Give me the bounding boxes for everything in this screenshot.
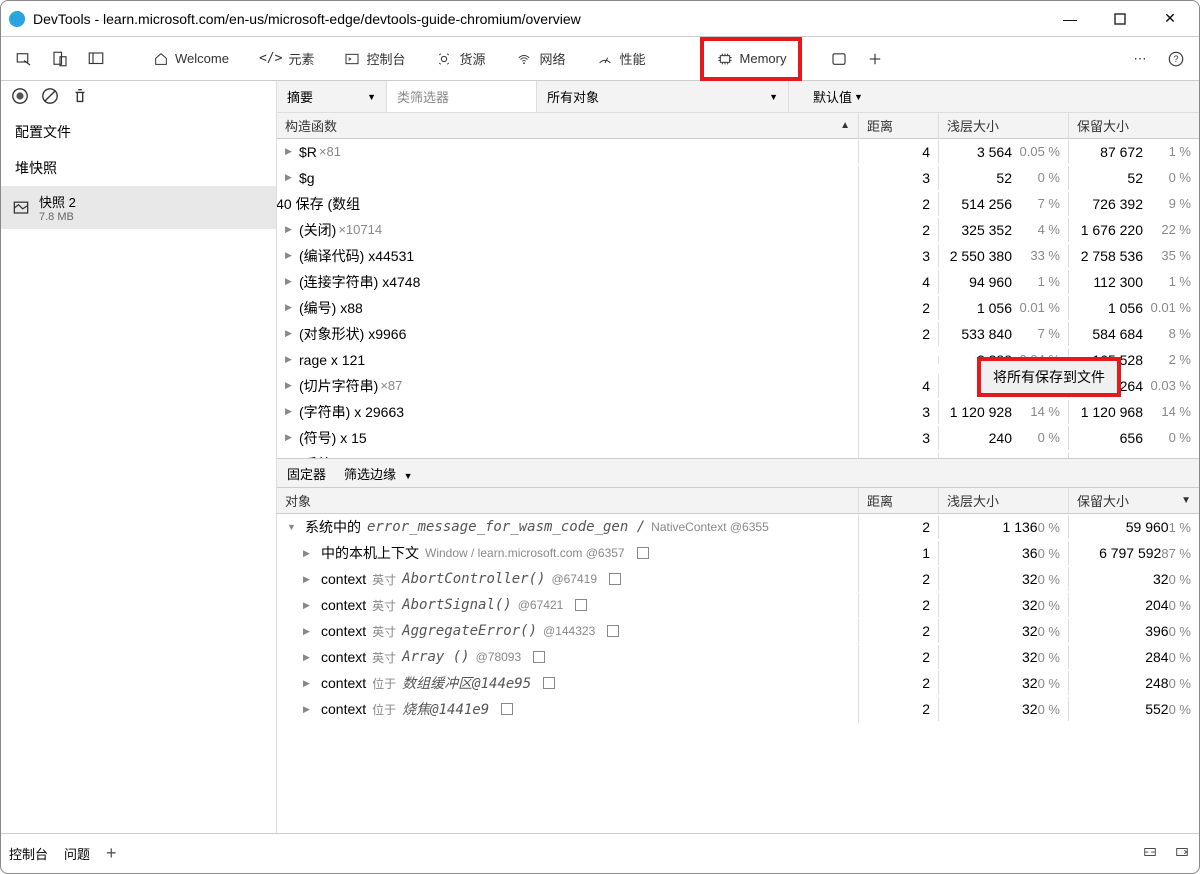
edge-favicon: [9, 11, 25, 27]
col-retained-2[interactable]: 保留大小▼: [1069, 488, 1199, 513]
table-row[interactable]: ▶(符号) x 15 32400 %6560 %: [277, 425, 1199, 451]
table-row[interactable]: ▶(对象形状) x9966 2533 8407 %584 6848 %: [277, 321, 1199, 347]
tab-console-label: 控制台: [366, 49, 405, 68]
snapshot-icon: [11, 198, 31, 218]
retainers-bar: 固定器 筛选边缘 ▼: [277, 458, 1199, 488]
delete-button[interactable]: [71, 87, 89, 108]
inspect-icon[interactable]: [9, 44, 39, 74]
status-issues[interactable]: 问题: [64, 844, 90, 863]
retainer-row[interactable]: ▼系统中的 error_message_for_wasm_code_gen / …: [277, 514, 1199, 540]
tab-memory[interactable]: Memory: [700, 37, 803, 81]
panel-button[interactable]: [824, 44, 854, 74]
add-tab-button[interactable]: [860, 44, 890, 74]
table-row[interactable]: ▶(关闭) ×107142325 3524 %1 676 22022 %: [277, 217, 1199, 243]
retainer-row[interactable]: ▶context位于 数组缓冲区@144e952320 %2480 %: [277, 670, 1199, 696]
filter-all-objects[interactable]: 所有对象▼: [537, 81, 789, 112]
retainer-row[interactable]: ▶中的本机上下文 Window / learn.microsoft.com @6…: [277, 540, 1199, 566]
window-title: DevTools - learn.microsoft.com/en-us/mic…: [33, 11, 581, 27]
table-row[interactable]: ▶$g 3520 %520 %: [277, 165, 1199, 191]
device-icon[interactable]: [45, 44, 75, 74]
tab-network[interactable]: 网络: [503, 37, 577, 81]
tab-network-label: 网络: [539, 49, 565, 68]
retainer-row[interactable]: ▶context英寸 AggregateError() @1443232320 …: [277, 618, 1199, 644]
help-button[interactable]: ?: [1161, 44, 1191, 74]
sidebar-heap-snapshots[interactable]: 堆快照: [1, 150, 276, 186]
tab-sources-label: 货源: [459, 49, 485, 68]
tab-elements-label: 元素: [288, 49, 314, 68]
devtools-toolbar: Welcome </>元素 控制台 货源 网络 性能 Memory ⋯ ?: [1, 37, 1199, 81]
table-row[interactable]: ▶$R ×8143 5640.05 %87 6721 %: [277, 139, 1199, 165]
tab-performance-label: 性能: [620, 49, 646, 68]
snapshot-name: 快照 2: [39, 192, 76, 211]
status-console[interactable]: 控制台: [9, 844, 48, 863]
svg-text:?: ?: [1173, 54, 1178, 64]
constructor-table-header: 构造函数▲ 距离 浅层大小 保留大小: [277, 113, 1199, 139]
tab-performance[interactable]: 性能: [584, 37, 658, 81]
titlebar: DevTools - learn.microsoft.com/en-us/mic…: [1, 1, 1199, 37]
collapse-icon[interactable]: [1173, 845, 1191, 862]
table-row[interactable]: ▶(编号) x88 21 0560.01 %1 0560.01 %: [277, 295, 1199, 321]
retainer-row[interactable]: ▶context英寸 AbortSignal() @674212320 %204…: [277, 592, 1199, 618]
sidebar-profiles-heading: 配置文件: [1, 114, 276, 150]
close-button[interactable]: ✕: [1149, 4, 1191, 34]
status-add[interactable]: +: [106, 843, 117, 864]
tab-memory-label: Memory: [740, 51, 787, 66]
filter-bar: 摘要▼ 类筛选器 所有对象▼ 默认值▼: [277, 81, 1199, 113]
snapshot-size: 7.8 MB: [39, 211, 76, 223]
retainers-table-header: 对象 距离 浅层大小 保留大小▼: [277, 488, 1199, 514]
more-button[interactable]: ⋯: [1125, 44, 1155, 74]
status-bar: 控制台 问题 +: [1, 833, 1199, 873]
minimize-button[interactable]: —: [1049, 4, 1091, 34]
memory-sidebar: 配置文件 堆快照 快照 2 7.8 MB: [1, 81, 277, 833]
context-menu-save-all[interactable]: 将所有保存到文件: [977, 357, 1121, 397]
maximize-button[interactable]: [1099, 4, 1141, 34]
retainer-row[interactable]: ▶context位于 烧焦@1441e92320 %5520 %: [277, 696, 1199, 722]
tab-sources[interactable]: 货源: [423, 37, 497, 81]
filter-edges[interactable]: 筛选边缘 ▼: [344, 464, 413, 483]
col-shallow[interactable]: 浅层大小: [939, 113, 1069, 138]
filter-default[interactable]: 默认值▼: [803, 81, 873, 112]
sidebar-snapshot-item[interactable]: 快照 2 7.8 MB: [1, 186, 276, 229]
col-constructor[interactable]: 构造函数▲: [277, 113, 859, 138]
table-row[interactable]: ▶(系统) xl 5998 2469 5046 %1 110 60414 %: [277, 451, 1199, 458]
tab-welcome[interactable]: Welcome: [141, 37, 241, 81]
retainer-row[interactable]: ▶context英寸 Array () @780932320 %2840 %: [277, 644, 1199, 670]
col-shallow-2[interactable]: 浅层大小: [939, 488, 1069, 513]
table-row-grouped[interactable]: ) x2340 保存 (数组2514 2567 %726 3929 %: [277, 191, 1199, 217]
table-row[interactable]: ▶(编译代码) x44531 32 550 38033 %2 758 53635…: [277, 243, 1199, 269]
col-distance-2[interactable]: 距离: [859, 488, 939, 513]
col-retained[interactable]: 保留大小: [1069, 113, 1199, 138]
record-button[interactable]: [11, 87, 29, 108]
clear-button[interactable]: [41, 87, 59, 108]
tab-elements[interactable]: </>元素: [247, 37, 327, 81]
expand-icon[interactable]: [1141, 845, 1159, 862]
dock-icon[interactable]: [81, 44, 111, 74]
col-distance[interactable]: 距离: [859, 113, 939, 138]
col-object[interactable]: 对象: [277, 488, 859, 513]
table-row[interactable]: ▶(连接字符串) x4748 494 9601 %112 3001 %: [277, 269, 1199, 295]
retainer-row[interactable]: ▶context英寸 AbortController() @674192320 …: [277, 566, 1199, 592]
table-row[interactable]: ▶(字符串) x 29663 31 120 92814 %1 120 96814…: [277, 399, 1199, 425]
retainers-label[interactable]: 固定器: [287, 464, 326, 483]
tab-welcome-label: Welcome: [175, 51, 229, 66]
filter-summary[interactable]: 摘要▼: [277, 81, 387, 112]
tab-console[interactable]: 控制台: [332, 37, 417, 81]
class-filter-input[interactable]: 类筛选器: [387, 81, 537, 112]
